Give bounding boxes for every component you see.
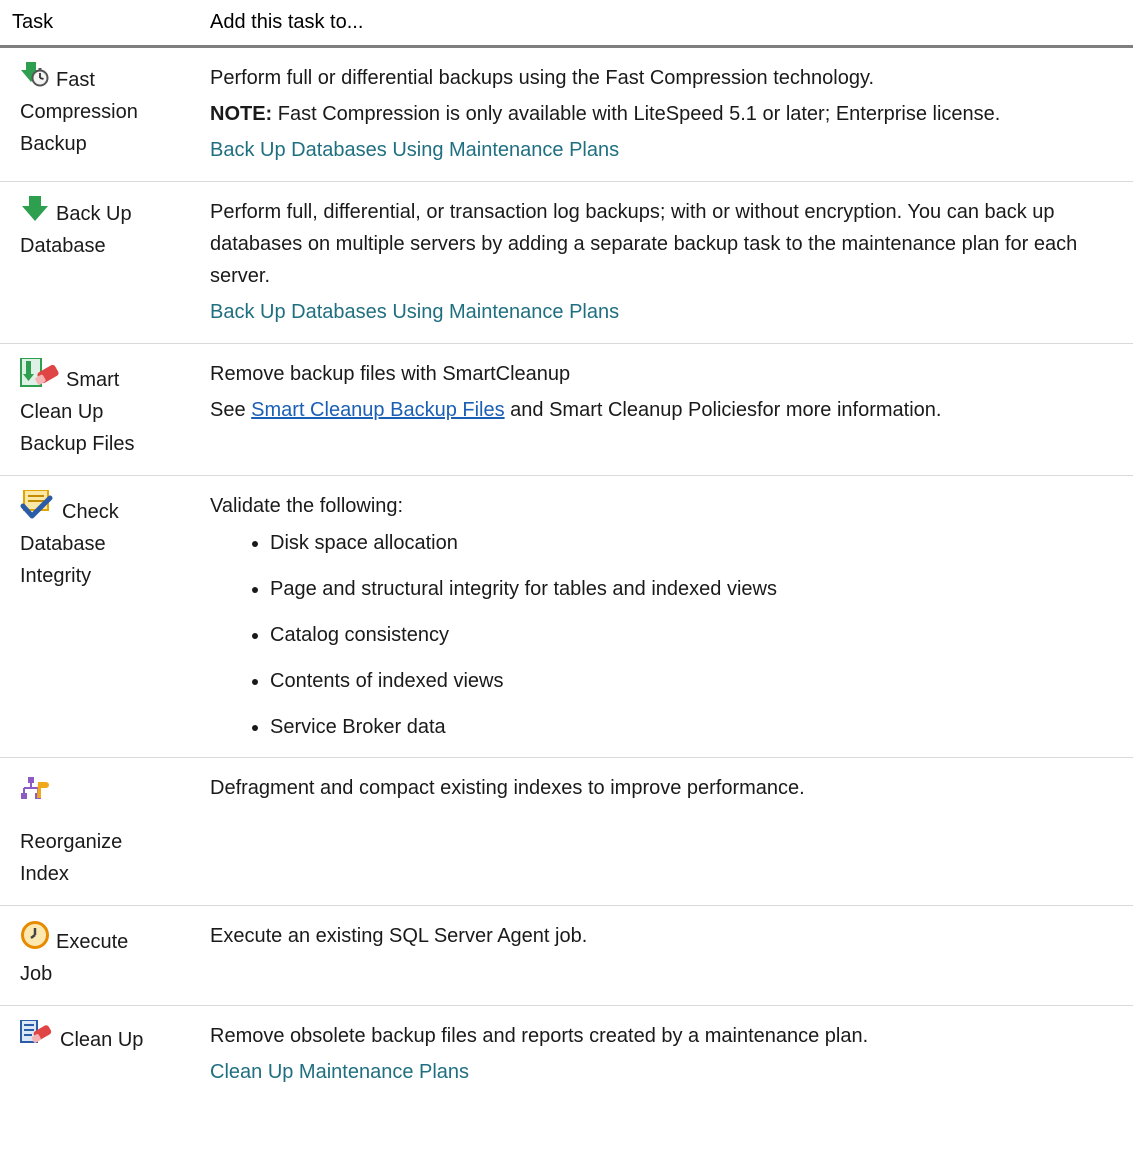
task-name-line: Smart bbox=[66, 369, 120, 391]
header-add-to: Add this task to... bbox=[200, 0, 1133, 48]
note-text: Fast Compression is only available with … bbox=[272, 103, 1001, 125]
table-row: Execute Job Execute an existing SQL Serv… bbox=[0, 905, 1133, 1006]
backup-maintenance-plans-link[interactable]: Back Up Databases Using Maintenance Plan… bbox=[210, 301, 619, 323]
header-task: Task bbox=[0, 0, 200, 48]
table-row: Clean Up Remove obsolete backup files an… bbox=[0, 1006, 1133, 1104]
task-name-line: Backup bbox=[20, 133, 87, 155]
description-text: Perform full, differential, or transacti… bbox=[210, 201, 1078, 287]
see-prefix: See bbox=[210, 399, 252, 421]
fast-compression-backup-icon bbox=[20, 62, 50, 88]
description-text: Defragment and compact existing indexes … bbox=[210, 777, 805, 799]
check-integrity-icon bbox=[20, 490, 56, 520]
task-cell: Back Up Database bbox=[0, 181, 200, 344]
list-item: Page and structural integrity for tables… bbox=[270, 574, 1127, 604]
task-name-line: Back Up bbox=[56, 203, 132, 225]
tasks-table: Task Add this task to... Fast Compressio… bbox=[0, 0, 1133, 1103]
see-also-text: See Smart Cleanup Backup Files and Smart… bbox=[210, 394, 1127, 426]
task-name-line: Reorganize bbox=[20, 831, 123, 853]
description-text: Perform full or differential backups usi… bbox=[210, 67, 875, 89]
description-text: Validate the following: bbox=[210, 495, 404, 517]
task-name-line: Clean Up bbox=[20, 401, 104, 423]
task-name-line: Database bbox=[20, 533, 106, 555]
backup-maintenance-plans-link[interactable]: Back Up Databases Using Maintenance Plan… bbox=[210, 139, 619, 161]
cleanup-maintenance-plans-link[interactable]: Clean Up Maintenance Plans bbox=[210, 1061, 469, 1083]
see-suffix: and Smart Cleanup Policiesfor more infor… bbox=[504, 399, 942, 421]
task-cell: Reorganize Index bbox=[0, 757, 200, 906]
note-label: NOTE: bbox=[210, 103, 273, 125]
table-row: Check Database Integrity Validate the fo… bbox=[0, 475, 1133, 758]
task-name-line: Fast bbox=[56, 69, 95, 91]
task-name-line: Check bbox=[62, 501, 119, 523]
list-item: Disk space allocation bbox=[270, 528, 1127, 558]
table-row: Back Up Database Perform full, different… bbox=[0, 181, 1133, 344]
task-cell: Fast Compression Backup bbox=[0, 46, 200, 182]
table-row: Smart Clean Up Backup Files Remove backu… bbox=[0, 343, 1133, 476]
backup-database-icon bbox=[20, 196, 50, 222]
smart-cleanup-backup-files-link[interactable]: Smart Cleanup Backup Files bbox=[251, 399, 504, 421]
description-cell: Validate the following: Disk space alloc… bbox=[200, 475, 1133, 758]
execute-job-icon bbox=[20, 920, 50, 950]
description-text: Remove backup files with SmartCleanup bbox=[210, 363, 571, 385]
list-item: Catalog consistency bbox=[270, 620, 1127, 650]
table-row: Reorganize Index Defragment and compact … bbox=[0, 757, 1133, 906]
note-paragraph: NOTE: Fast Compression is only available… bbox=[210, 98, 1127, 130]
description-cell: Perform full, differential, or transacti… bbox=[200, 181, 1133, 344]
task-name-line: Integrity bbox=[20, 565, 92, 587]
task-name-line: Backup Files bbox=[20, 433, 135, 455]
task-cell: Clean Up bbox=[0, 1006, 200, 1104]
task-cell: Execute Job bbox=[0, 905, 200, 1006]
description-cell: Remove obsolete backup files and reports… bbox=[200, 1006, 1133, 1104]
task-name-line: Compression bbox=[20, 101, 138, 123]
smart-cleanup-icon bbox=[20, 358, 60, 388]
task-name-line: Database bbox=[20, 235, 106, 257]
table-row: Fast Compression Backup Perform full or … bbox=[0, 46, 1133, 182]
description-text: Execute an existing SQL Server Agent job… bbox=[210, 925, 588, 947]
description-cell: Execute an existing SQL Server Agent job… bbox=[200, 905, 1133, 1006]
list-item: Contents of indexed views bbox=[270, 666, 1127, 696]
task-name-line: Index bbox=[20, 863, 69, 885]
description-text: Remove obsolete backup files and reports… bbox=[210, 1025, 869, 1047]
task-name-line: Job bbox=[20, 963, 53, 985]
validation-list: Disk space allocation Page and structura… bbox=[210, 528, 1127, 742]
reorganize-index-icon bbox=[20, 776, 194, 808]
task-cell: Check Database Integrity bbox=[0, 475, 200, 758]
description-cell: Defragment and compact existing indexes … bbox=[200, 757, 1133, 906]
description-cell: Remove backup files with SmartCleanup Se… bbox=[200, 343, 1133, 476]
task-name-line: Execute bbox=[56, 931, 129, 953]
cleanup-icon bbox=[20, 1020, 54, 1048]
task-cell: Smart Clean Up Backup Files bbox=[0, 343, 200, 476]
task-name-line: Clean Up bbox=[60, 1029, 144, 1051]
description-cell: Perform full or differential backups usi… bbox=[200, 46, 1133, 182]
list-item: Service Broker data bbox=[270, 712, 1127, 742]
header-row: Task Add this task to... bbox=[0, 0, 1133, 48]
